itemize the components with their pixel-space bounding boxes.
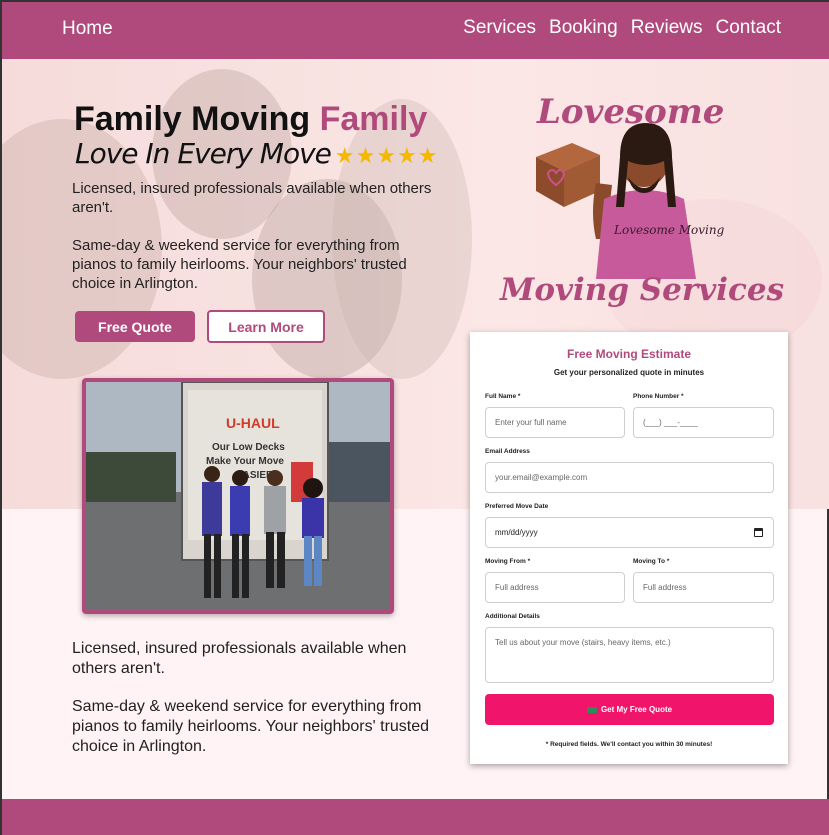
hero-subtitle: Love In Every Move ★★★★★ bbox=[75, 137, 439, 170]
form-subtitle: Get your personalized quote in minutes bbox=[553, 368, 705, 377]
nav-reviews-link[interactable]: Reviews bbox=[631, 17, 703, 39]
svg-text:Make Your Move: Make Your Move bbox=[206, 456, 284, 467]
full-name-label: Full Name * bbox=[485, 393, 521, 400]
hero-paragraph-2: Same-day & weekend service for everythin… bbox=[72, 237, 407, 292]
details-label: Additional Details bbox=[485, 613, 540, 620]
estimate-form: Free Moving Estimate Get your personaliz… bbox=[470, 332, 788, 764]
moving-truck-photo: U-HAUL Our Low Decks Make Your Move EASI… bbox=[82, 378, 394, 614]
form-note: * Required fields. We'll contact you wit… bbox=[545, 741, 713, 748]
nav-home-link[interactable]: Home bbox=[62, 18, 113, 40]
hero-subtitle-text: Love In Every Move bbox=[75, 137, 332, 170]
hero-title: Family Moving Family bbox=[74, 100, 427, 139]
rating-stars: ★★★★★ bbox=[334, 144, 439, 169]
logo-shirt-text: Lovesome Moving bbox=[613, 223, 725, 237]
svg-text:Our Low Decks: Our Low Decks bbox=[212, 442, 285, 453]
details-textarea[interactable]: Tell us about your move (stairs, heavy i… bbox=[485, 627, 774, 683]
calendar-icon[interactable] bbox=[754, 528, 763, 537]
truck-icon bbox=[586, 706, 597, 713]
logo-text-bottom: Moving Services bbox=[500, 272, 785, 308]
email-label: Email Address bbox=[485, 448, 530, 455]
company-logo: Lovesome Lovesome Moving Moving Services bbox=[492, 87, 784, 322]
move-date-input[interactable]: mm/dd/yyyy bbox=[485, 517, 774, 548]
email-input[interactable]: your.email@example.com bbox=[485, 462, 774, 493]
hero-title-main: Family Moving bbox=[74, 100, 311, 138]
get-free-quote-button[interactable]: Get My Free Quote bbox=[485, 694, 774, 725]
nav-services-link[interactable]: Services bbox=[463, 17, 536, 39]
nav-contact-link[interactable]: Contact bbox=[716, 17, 781, 39]
nav-booking-link[interactable]: Booking bbox=[549, 17, 618, 39]
top-nav: Home Services Booking Reviews Contact bbox=[2, 2, 829, 59]
move-date-label: Preferred Move Date bbox=[485, 503, 549, 510]
hero-title-accent: Family bbox=[319, 100, 428, 138]
moving-to-input[interactable]: Full address bbox=[633, 572, 774, 603]
phone-label: Phone Number * bbox=[633, 393, 684, 400]
truck-photo-illustration: U-HAUL Our Low Decks Make Your Move EASI… bbox=[86, 382, 390, 610]
form-title: Free Moving Estimate bbox=[566, 347, 692, 361]
footer-bar bbox=[2, 799, 829, 835]
submit-label: Get My Free Quote bbox=[600, 705, 673, 714]
moving-to-label: Moving To * bbox=[633, 558, 670, 565]
move-date-value: mm/dd/yyyy bbox=[495, 528, 538, 537]
phone-input[interactable]: (___) ___-____ bbox=[633, 407, 774, 438]
nav-links: Services Booking Reviews Contact bbox=[463, 17, 781, 39]
moving-from-label: Moving From * bbox=[485, 558, 531, 565]
truck-brand: U-HAUL bbox=[226, 415, 280, 431]
hero-paragraph-1: Licensed, insured professionals availabl… bbox=[72, 180, 432, 216]
learn-more-button[interactable]: Learn More bbox=[207, 310, 325, 343]
full-name-input[interactable]: Enter your full name bbox=[485, 407, 625, 438]
lower-paragraph-2: Same-day & weekend service for everythin… bbox=[72, 698, 430, 755]
lower-paragraph-1: Licensed, insured professionals availabl… bbox=[72, 640, 407, 677]
moving-from-input[interactable]: Full address bbox=[485, 572, 625, 603]
free-quote-button[interactable]: Free Quote bbox=[75, 311, 195, 342]
